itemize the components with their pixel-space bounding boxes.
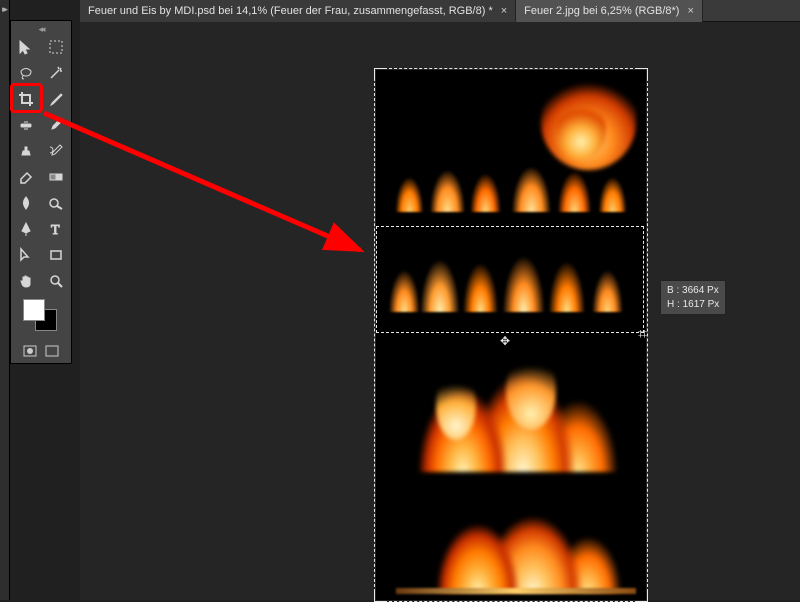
close-icon[interactable]: × [687,5,693,17]
path-select-tool[interactable] [12,243,40,267]
dimension-tooltip: B : 3664 Px H : 1617 Px [660,280,726,315]
zoom-tool[interactable] [42,269,70,293]
eyedropper-tool[interactable] [42,87,70,111]
brush-tool[interactable] [42,113,70,137]
marquee-tool[interactable] [42,35,70,59]
selection-cursor-icon: ⌗ [638,327,647,343]
lasso-tool[interactable] [12,61,40,85]
document-tab[interactable]: Feuer und Eis by MDI.psd bei 14,1% (Feue… [80,0,516,22]
type-tool[interactable]: T [42,217,70,241]
height-value: 1617 Px [683,299,720,310]
document-tab-label: Feuer 2.jpg bei 6,25% (RGB/8*) [524,5,679,17]
toolbox-panel: ◂◂ T [10,20,72,364]
document-image[interactable] [376,70,646,600]
close-icon[interactable]: × [501,5,507,17]
marquee-selection[interactable] [376,226,644,333]
screen-mode-icon[interactable] [43,343,61,359]
move-target-icon: ✥ [500,334,510,348]
chevron-left-icon: ▸▸ [2,4,5,15]
left-collapse-strip[interactable]: ▸▸ [0,0,10,600]
hand-tool[interactable] [12,269,40,293]
height-label: H [667,299,674,310]
crop-tool[interactable] [12,87,40,111]
panel-grip-icon[interactable]: ◂◂ [13,25,69,33]
document-tab-bar: Feuer und Eis by MDI.psd bei 14,1% (Feue… [80,0,800,22]
width-label: B [667,285,674,296]
foreground-color-swatch[interactable] [23,299,45,321]
document-tab-label: Feuer und Eis by MDI.psd bei 14,1% (Feue… [88,5,493,17]
width-value: 3664 Px [682,285,719,296]
eraser-tool[interactable] [12,165,40,189]
dodge-tool[interactable] [42,191,70,215]
pen-tool[interactable] [12,217,40,241]
svg-text:T: T [51,223,60,237]
rectangle-tool[interactable] [42,243,70,267]
magic-wand-tool[interactable] [42,61,70,85]
healing-brush-tool[interactable] [12,113,40,137]
history-brush-tool[interactable] [42,139,70,163]
tool-grid: T [13,35,69,293]
color-swatches[interactable] [13,299,69,339]
blur-tool[interactable] [12,191,40,215]
document-tab[interactable]: Feuer 2.jpg bei 6,25% (RGB/8*) × [516,0,703,22]
clone-stamp-tool[interactable] [12,139,40,163]
gradient-tool[interactable] [42,165,70,189]
move-tool[interactable] [12,35,40,59]
quick-mask-icon[interactable] [21,343,39,359]
canvas-area[interactable]: ⌗ ✥ B : 3664 Px H : 1617 Px [80,22,800,600]
